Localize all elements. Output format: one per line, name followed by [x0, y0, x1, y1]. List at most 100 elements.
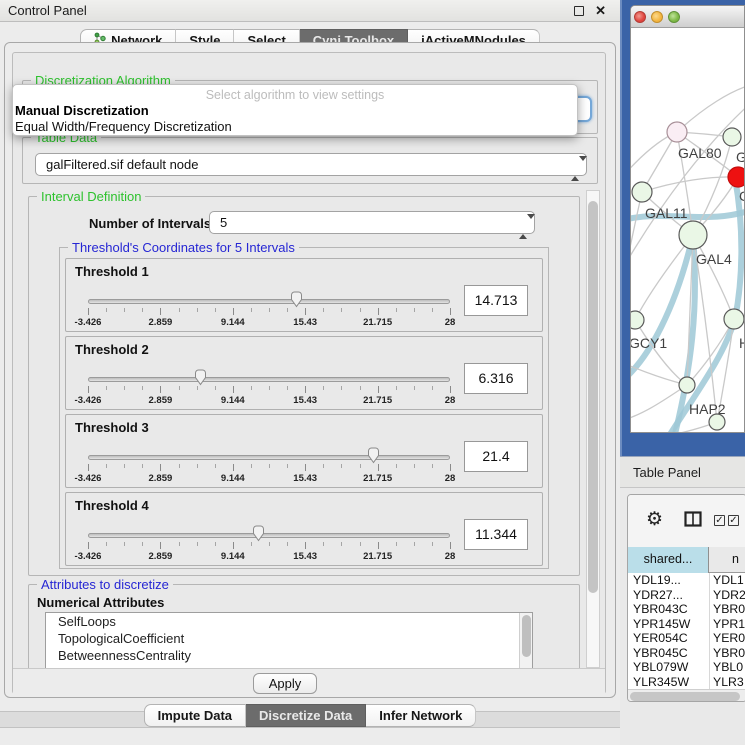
threshold-value-field[interactable]: 11.344	[464, 519, 528, 550]
table-rows: YDL19...YDL1YDR27...YDR2YBR043CYBR0YPR14…	[628, 573, 745, 689]
slider-thumb[interactable]	[366, 447, 381, 469]
cell-name: YER0	[709, 631, 745, 646]
cell-shared-name: YLR345W	[628, 675, 709, 690]
minimize-window-icon[interactable]	[651, 11, 663, 23]
column-header-shared-name[interactable]: shared...	[628, 547, 709, 573]
number-of-intervals-label: Number of Intervals	[89, 216, 211, 231]
threshold-label: Threshold 4	[75, 498, 149, 513]
thresholds-group-title: Threshold's Coordinates for 5 Intervals	[68, 240, 299, 255]
threshold-value-field[interactable]: 6.316	[464, 363, 528, 394]
network-node-c[interactable]	[728, 167, 745, 187]
attribute-list-item[interactable]: TopologicalCoefficient	[46, 630, 532, 647]
threshold-box-2: Threshold 2-3.4262.8599.14415.4321.71528…	[65, 336, 543, 410]
zoom-window-icon[interactable]	[668, 11, 680, 23]
close-panel-icon[interactable]: ✕	[595, 3, 606, 19]
network-node-gcy1[interactable]	[631, 311, 644, 329]
threshold-slider[interactable]: -3.4262.8599.14415.4321.71528	[88, 369, 450, 407]
attribute-list-item[interactable]: SelfLoops	[46, 613, 532, 630]
network-node-gal80[interactable]	[667, 122, 687, 142]
network-node-label: GAL4	[696, 251, 732, 267]
slider-track[interactable]	[88, 455, 450, 460]
table-row[interactable]: YDR27...YDR2	[628, 588, 745, 603]
cell-name: YLR3	[709, 675, 744, 690]
network-edge[interactable]	[631, 235, 693, 380]
network-node-ga[interactable]	[723, 128, 741, 146]
control-panel: Control Panel ✕ NetworkStyleSelectCyni T…	[0, 0, 620, 745]
slider-thumb[interactable]	[193, 369, 208, 391]
attribute-list-item[interactable]: BetweennessCentrality	[46, 647, 532, 664]
tick-label: 28	[445, 317, 456, 328]
network-node-gal11[interactable]	[632, 182, 652, 202]
network-node-gal4[interactable]	[679, 221, 707, 249]
slider-ticks	[88, 386, 450, 394]
threshold-slider[interactable]: -3.4262.8599.14415.4321.71528	[88, 525, 450, 563]
numerical-attributes-list[interactable]: SelfLoopsTopologicalCoefficientBetweenne…	[45, 612, 533, 668]
table-row[interactable]: YER054CYER0	[628, 631, 745, 646]
table-row[interactable]: YBR045CYBR0	[628, 646, 745, 661]
tab-impute-data[interactable]: Impute Data	[144, 704, 246, 727]
cell-shared-name: YER054C	[628, 631, 709, 646]
cell-name: YBR0	[709, 602, 745, 617]
tick-label: 9.144	[221, 551, 245, 562]
table-row[interactable]: YBL079WYBL0	[628, 660, 745, 675]
slider-ticks	[88, 308, 450, 316]
menu-item-manual-discretization[interactable]: Manual Discretization	[15, 103, 149, 118]
interval-definition-title: Interval Definition	[37, 189, 145, 204]
checkbox-icon[interactable]: ✓	[714, 515, 725, 526]
number-of-intervals-combobox[interactable]: 5	[209, 211, 535, 234]
slider-thumb[interactable]	[251, 525, 266, 547]
attributes-list-scrollbar[interactable]	[519, 613, 532, 668]
tab-discretize-data[interactable]: Discretize Data	[246, 704, 366, 727]
tab-infer-network[interactable]: Infer Network	[366, 704, 476, 727]
table-row[interactable]: YBR043CYBR0	[628, 602, 745, 617]
tick-label: 28	[445, 473, 456, 484]
tick-label: -3.426	[75, 551, 102, 562]
tick-label: -3.426	[75, 317, 102, 328]
network-canvas[interactable]: GAL80GACGAL11GAL4GCY1HHAP2	[631, 28, 745, 433]
table-row[interactable]: YPR145WYPR1	[628, 617, 745, 632]
slider-thumb[interactable]	[289, 291, 304, 313]
tick-label: 21.715	[363, 473, 392, 484]
threshold-value-field[interactable]: 14.713	[464, 285, 528, 316]
table-row[interactable]: YLR345WYLR3	[628, 675, 745, 690]
float-panel-icon[interactable]	[574, 6, 584, 16]
network-edge[interactable]	[677, 84, 745, 132]
settings-scroll-area: Interval Definition Number of Intervals …	[0, 188, 620, 668]
settings-scrollbar[interactable]	[586, 190, 600, 668]
network-node[interactable]	[709, 414, 725, 430]
network-node-hap2[interactable]	[679, 377, 695, 393]
network-node-label: GAL80	[678, 145, 722, 161]
checkbox-icon[interactable]: ✓	[728, 515, 739, 526]
attributes-group-title: Attributes to discretize	[37, 577, 173, 592]
table-data-combobox[interactable]: galFiltered.sif default node	[35, 153, 587, 176]
cell-shared-name: YBL079W	[628, 660, 709, 675]
network-edge[interactable]	[631, 192, 642, 280]
cell-shared-name: YDR27...	[628, 588, 709, 603]
stepper-icon	[519, 216, 527, 237]
slider-track[interactable]	[88, 377, 450, 382]
threshold-value-field[interactable]: 21.4	[464, 441, 528, 472]
threshold-slider[interactable]: -3.4262.8599.14415.4321.71528	[88, 291, 450, 329]
tab-label: Discretize Data	[259, 705, 352, 727]
slider-track[interactable]	[88, 533, 450, 538]
table-toolbar: ⚙ ✓ ✓	[628, 495, 745, 547]
panel-divider[interactable]	[620, 0, 622, 456]
network-edge[interactable]	[642, 177, 738, 192]
network-node-h[interactable]	[724, 309, 744, 329]
table-horizontal-scrollbar[interactable]	[628, 689, 745, 702]
tick-label: 2.859	[149, 473, 173, 484]
threshold-slider[interactable]: -3.4262.8599.14415.4321.71528	[88, 447, 450, 485]
gear-icon[interactable]: ⚙	[646, 508, 663, 531]
menu-item-equal-width-frequency[interactable]: Equal Width/Frequency Discretization	[15, 119, 232, 134]
close-window-icon[interactable]	[634, 11, 646, 23]
table-row[interactable]: YDL19...YDL1	[628, 573, 745, 588]
network-node-label: GA	[736, 149, 745, 165]
network-window: GAL80GACGAL11GAL4GCY1HHAP2	[630, 5, 745, 433]
tick-label: 28	[445, 395, 456, 406]
column-header-name[interactable]: n	[710, 547, 745, 573]
tick-label: -3.426	[75, 473, 102, 484]
slider-track[interactable]	[88, 299, 450, 304]
apply-button[interactable]: Apply	[253, 673, 317, 694]
split-columns-icon[interactable]	[684, 511, 702, 532]
numerical-attributes-label: Numerical Attributes	[37, 595, 164, 610]
